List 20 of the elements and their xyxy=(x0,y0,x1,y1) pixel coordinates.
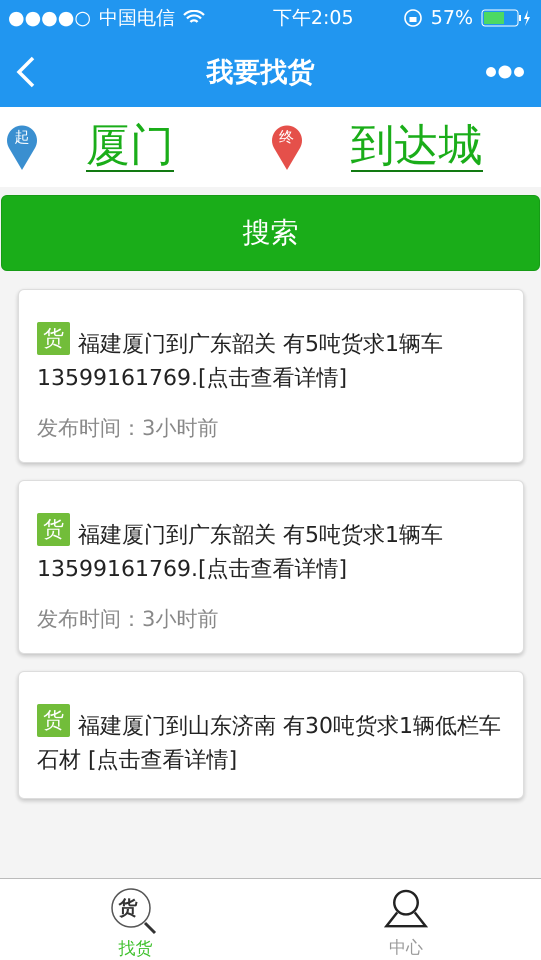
cargo-card[interactable]: 货 福建厦门到广东韶关 有5吨货求1辆车 13599161769.[点击查看详情] 发布时间：3小时前 xyxy=(18,480,524,654)
battery-icon xyxy=(481,9,533,27)
cargo-badge: 货 xyxy=(37,322,70,355)
cargo-badge: 货 xyxy=(37,513,70,546)
page-title: 我要找货 xyxy=(206,56,314,90)
cargo-card[interactable]: 货 福建厦门到山东济南 有30吨货求1辆低栏车石材 [点击查看详情] xyxy=(18,671,524,799)
cargo-card[interactable]: 货 福建厦门到广东韶关 有5吨货求1辆车 13599161769.[点击查看详情] 发布时间：3小时前 xyxy=(18,289,524,463)
start-pin-icon: 起 xyxy=(6,124,38,170)
publish-time: 发布时间：3小时前 xyxy=(37,415,220,442)
more-icon[interactable] xyxy=(485,64,525,78)
publish-time: 发布时间：3小时前 xyxy=(37,606,220,633)
back-icon[interactable] xyxy=(16,56,36,88)
cargo-badge: 货 xyxy=(37,704,70,737)
rotation-lock-icon xyxy=(402,8,423,28)
carrier-name: 中国电信 xyxy=(98,6,175,31)
signal-dots: ●●●●○ xyxy=(8,7,91,29)
tab-item[interactable]: 货 找货 xyxy=(0,879,270,960)
battery-percent: 57% xyxy=(430,7,473,29)
end-pin-icon: 终 xyxy=(270,124,302,170)
clock-time: 下午2:05 xyxy=(272,6,355,31)
